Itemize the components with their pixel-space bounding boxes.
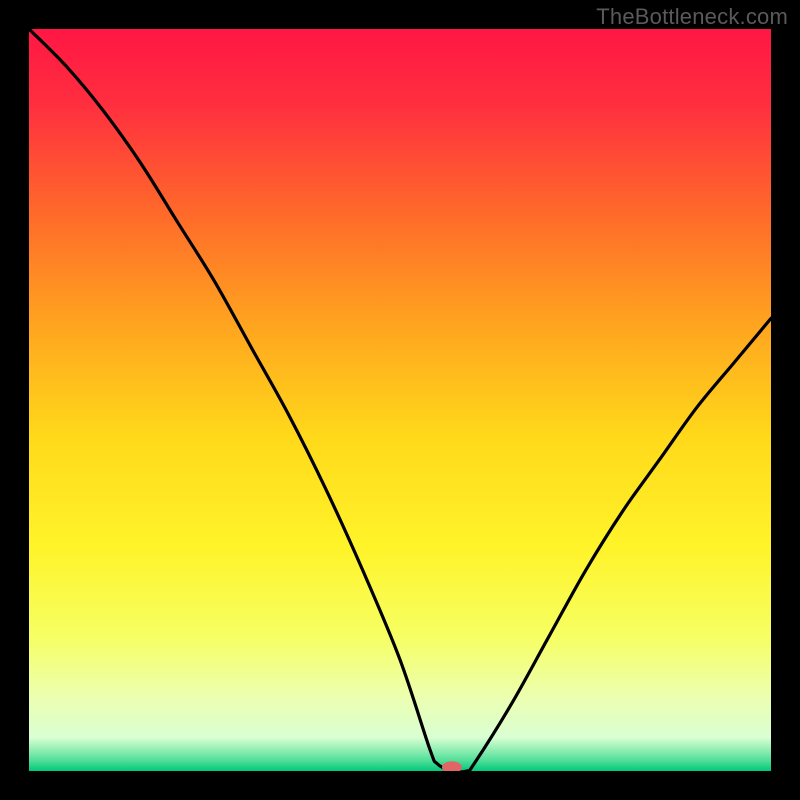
watermark-text: TheBottleneck.com [596, 4, 788, 30]
bottleneck-chart [0, 0, 800, 800]
chart-frame: TheBottleneck.com [0, 0, 800, 800]
